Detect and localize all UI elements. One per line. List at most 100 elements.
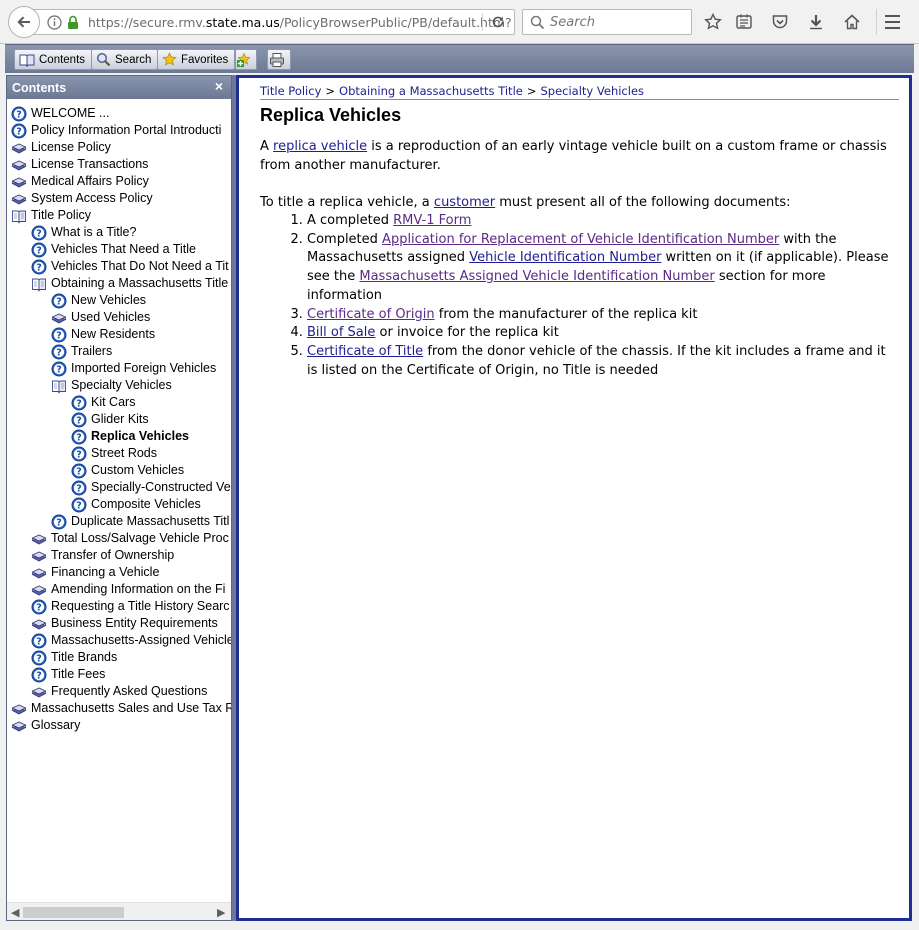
tree-item[interactable]: Title Policy	[7, 207, 231, 224]
tree-item[interactable]: Transfer of Ownership	[7, 547, 231, 564]
tree-item[interactable]: ? Custom Vehicles	[7, 462, 231, 479]
lock-icon[interactable]	[67, 15, 79, 33]
tree-item-label: System Access Policy	[31, 191, 153, 205]
scrollbar-thumb[interactable]	[23, 907, 124, 918]
help-page-icon: ?	[51, 327, 71, 343]
scroll-left-icon[interactable]: ◀	[11, 906, 19, 919]
horizontal-scrollbar[interactable]: ◀ ▶	[7, 902, 231, 920]
svg-text:?: ?	[36, 228, 42, 239]
tree-item[interactable]: ? Glider Kits	[7, 411, 231, 428]
svg-text:?: ?	[56, 296, 62, 307]
address-bar[interactable]: https://secure.rmv.state.ma.us/PolicyBro…	[24, 9, 515, 35]
tree-item[interactable]: ? Requesting a Title History Searc	[7, 598, 231, 615]
tree-item[interactable]: ? Duplicate Massachusetts Titl	[7, 513, 231, 530]
favorites-button-label: Favorites	[181, 53, 229, 66]
tree-item[interactable]: System Access Policy	[7, 190, 231, 207]
url-text[interactable]: https://secure.rmv.state.ma.us/PolicyBro…	[88, 15, 512, 30]
closed-book-icon	[11, 140, 31, 156]
back-arrow-icon	[17, 16, 30, 28]
replica-vehicle-link[interactable]: replica vehicle	[273, 139, 367, 154]
tree-item[interactable]: Business Entity Requirements	[7, 615, 231, 632]
tree-item[interactable]: ? Trailers	[7, 343, 231, 360]
tree-item[interactable]: ? Composite Vehicles	[7, 496, 231, 513]
search-button[interactable]: Search	[91, 49, 159, 70]
tree-item[interactable]: Massachusetts Sales and Use Tax R	[7, 700, 231, 717]
url-separator	[482, 13, 483, 31]
reload-icon[interactable]	[490, 14, 506, 33]
svg-text:?: ?	[76, 432, 82, 443]
tree-item[interactable]: Specialty Vehicles	[7, 377, 231, 394]
tree-item-label: Policy Information Portal Introducti	[31, 123, 222, 137]
tree-item[interactable]: Obtaining a Massachusetts Title	[7, 275, 231, 292]
tree-item[interactable]: ? Replica Vehicles	[7, 428, 231, 445]
tree-item[interactable]: Frequently Asked Questions	[7, 683, 231, 700]
close-icon[interactable]: ×	[215, 78, 223, 94]
tree-item[interactable]: ? Kit Cars	[7, 394, 231, 411]
tree-item[interactable]: ? Title Brands	[7, 649, 231, 666]
document-link[interactable]: Certificate of Title	[307, 344, 423, 359]
help-page-icon: ?	[51, 361, 71, 377]
tree-item[interactable]: ? Street Rods	[7, 445, 231, 462]
topic-content: Title Policy > Obtaining a Massachusetts T…	[236, 75, 912, 921]
add-favorite-button[interactable]	[235, 49, 257, 70]
document-link[interactable]: Massachusetts Assigned Vehicle Identific…	[359, 269, 714, 284]
contents-button[interactable]: Contents	[14, 49, 93, 70]
bookmark-star-icon[interactable]	[703, 12, 723, 32]
tree-item[interactable]: ? Massachusetts-Assigned Vehicle	[7, 632, 231, 649]
tree-item[interactable]: ? Vehicles That Need a Title	[7, 241, 231, 258]
tree-item[interactable]: ? Specially-Constructed Ve	[7, 479, 231, 496]
document-link[interactable]: Vehicle Identification Number	[469, 250, 661, 265]
tree-item[interactable]: License Transactions	[7, 156, 231, 173]
tree-item[interactable]: ? Title Fees	[7, 666, 231, 683]
download-icon[interactable]	[806, 12, 826, 32]
document-link[interactable]: Certificate of Origin	[307, 307, 435, 322]
print-button[interactable]	[267, 49, 291, 70]
document-link[interactable]: Application for Replacement of Vehicle I…	[382, 232, 779, 247]
tree-item[interactable]: ? New Residents	[7, 326, 231, 343]
tree-item-label: Vehicles That Do Not Need a Tit	[51, 259, 229, 273]
menu-button[interactable]	[876, 9, 906, 35]
tree-item[interactable]: ? WELCOME ...	[7, 105, 231, 122]
favorites-button[interactable]: Favorites	[157, 49, 236, 70]
customer-link[interactable]: customer	[434, 195, 495, 210]
svg-text:?: ?	[36, 670, 42, 681]
tree-item[interactable]: License Policy	[7, 139, 231, 156]
reading-list-icon[interactable]	[734, 12, 754, 32]
tree-item[interactable]: Glossary	[7, 717, 231, 734]
search-input[interactable]	[548, 13, 688, 31]
breadcrumb-link[interactable]: Obtaining a Massachusetts Title	[339, 84, 523, 98]
help-page-icon: ?	[71, 446, 91, 462]
info-icon[interactable]	[47, 15, 62, 33]
tree-item-label: Used Vehicles	[71, 310, 151, 324]
home-icon[interactable]	[842, 12, 862, 32]
breadcrumb-link[interactable]: Specialty Vehicles	[540, 84, 644, 98]
tree-item-label: Vehicles That Need a Title	[51, 242, 196, 256]
breadcrumb-link[interactable]: Title Policy	[260, 84, 321, 98]
tree-item[interactable]: Used Vehicles	[7, 309, 231, 326]
svg-text:?: ?	[36, 636, 42, 647]
document-link[interactable]: RMV-1 Form	[393, 213, 471, 228]
document-text: from the manufacturer of the replica kit	[434, 306, 698, 322]
tree-item[interactable]: Amending Information on the Fi	[7, 581, 231, 598]
document-text: Completed	[307, 231, 383, 247]
search-box[interactable]	[522, 9, 692, 35]
tree-item[interactable]: ? Policy Information Portal Introducti	[7, 122, 231, 139]
lead-paragraph: To title a replica vehicle, a customer m…	[260, 193, 899, 212]
back-button[interactable]	[8, 6, 40, 38]
pocket-icon[interactable]	[770, 12, 790, 32]
tree-item[interactable]: ? New Vehicles	[7, 292, 231, 309]
tree-item[interactable]: ? Vehicles That Do Not Need a Tit	[7, 258, 231, 275]
tree-item[interactable]: Financing a Vehicle	[7, 564, 231, 581]
tree-item[interactable]: ? What is a Title?	[7, 224, 231, 241]
help-page-icon: ?	[31, 242, 51, 258]
svg-text:?: ?	[76, 449, 82, 460]
document-link[interactable]: Bill of Sale	[307, 325, 375, 340]
scroll-right-icon[interactable]: ▶	[217, 906, 225, 919]
tree-item-label: What is a Title?	[51, 225, 137, 239]
svg-text:?: ?	[36, 653, 42, 664]
tree-item[interactable]: ? Imported Foreign Vehicles	[7, 360, 231, 377]
tree-item[interactable]: Medical Affairs Policy	[7, 173, 231, 190]
tree-item[interactable]: Total Loss/Salvage Vehicle Proc	[7, 530, 231, 547]
lead-text: To title a replica vehicle, a	[260, 195, 434, 210]
closed-book-icon	[11, 191, 31, 207]
